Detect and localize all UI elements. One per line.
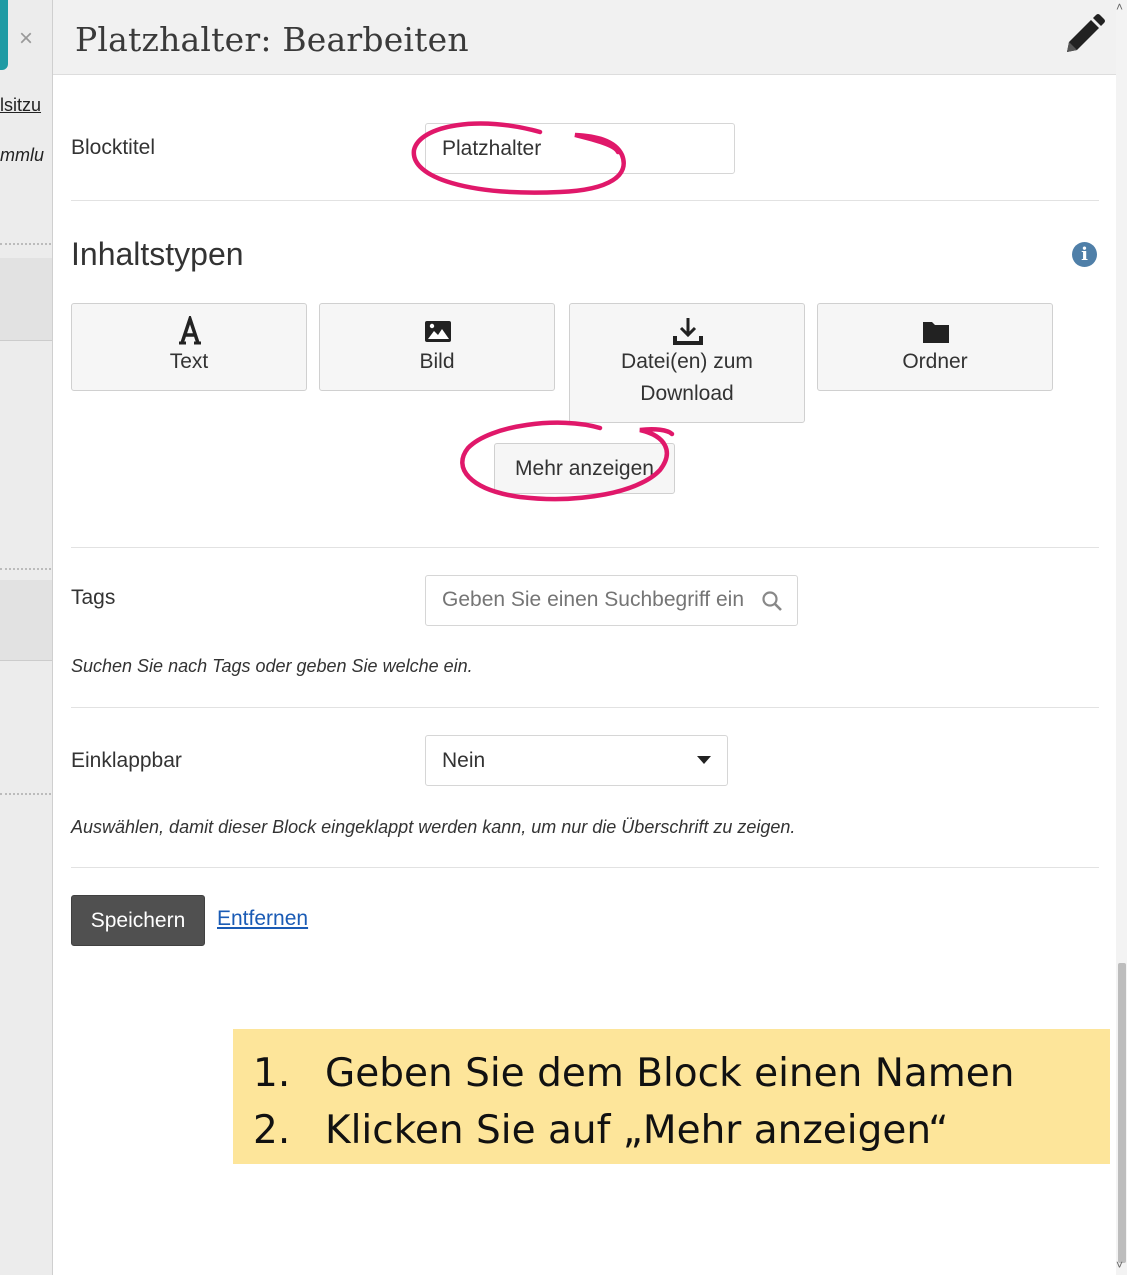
remove-link[interactable]: Entfernen [217, 907, 308, 931]
scroll-down-arrow[interactable]: ˅ [1116, 1258, 1123, 1272]
content-type-label: Ordner [902, 350, 968, 373]
tags-search-input[interactable] [426, 576, 762, 623]
background-page: lsitzu mmlu [0, 0, 60, 1275]
content-type-text-button[interactable]: Text [71, 303, 307, 391]
text-icon [179, 316, 201, 345]
background-divider [0, 568, 55, 570]
pencil-icon [1067, 14, 1105, 52]
divider [71, 707, 1099, 708]
instruction-number: 2. [253, 1108, 291, 1153]
instruction-text: Klicken Sie auf „Mehr anzeigen“ [325, 1108, 949, 1153]
download-icon [673, 318, 703, 345]
divider [71, 547, 1099, 548]
background-italic-fragment: mmlu [0, 145, 44, 165]
instruction-step: 1. Geben Sie dem Block einen Namen [253, 1045, 1110, 1102]
instruction-step: 2. Klicken Sie auf „Mehr anzeigen“ [253, 1102, 1110, 1159]
save-button[interactable]: Speichern [71, 895, 205, 946]
caret-down-icon [697, 756, 711, 764]
instruction-text: Geben Sie dem Block einen Namen [325, 1051, 1015, 1096]
instruction-number: 1. [253, 1051, 291, 1096]
background-tab [0, 0, 8, 70]
info-icon[interactable]: i [1072, 242, 1097, 267]
close-button[interactable]: × [19, 27, 33, 51]
background-link-fragment[interactable]: lsitzu [0, 95, 41, 116]
content-type-label: Datei(en) zum Download [621, 350, 753, 405]
scrollbar-thumb[interactable] [1118, 963, 1126, 1263]
folder-icon [923, 322, 949, 343]
image-icon [425, 321, 451, 342]
tags-search-field[interactable] [425, 575, 798, 626]
collapsible-selected-value: Nein [442, 749, 486, 772]
content-type-download-button[interactable]: Datei(en) zum Download [569, 303, 805, 423]
panel-header: × Platzhalter: Bearbeiten [19, 0, 1117, 75]
show-more-button[interactable]: Mehr anzeigen [494, 443, 675, 494]
content-type-folder-button[interactable]: Ordner [817, 303, 1053, 391]
collapsible-select[interactable]: Nein [425, 735, 728, 786]
content-type-label: Text [169, 350, 209, 373]
content-types-heading: Inhaltstypen [71, 236, 244, 272]
search-icon[interactable] [761, 590, 783, 612]
panel-title: Platzhalter: Bearbeiten [75, 20, 469, 59]
divider [71, 867, 1099, 868]
scroll-up-arrow[interactable]: ˄ [1116, 0, 1123, 14]
collapsible-label: Einklappbar [71, 749, 182, 772]
instruction-note: 1. Geben Sie dem Block einen Namen 2. Klic… [233, 1029, 1110, 1164]
background-divider [0, 793, 55, 795]
block-title-label: Blocktitel [71, 136, 156, 159]
tags-label: Tags [71, 586, 116, 609]
block-title-input[interactable] [425, 123, 735, 174]
collapsible-help-text: Auswählen, damit dieser Block eingeklapp… [71, 817, 796, 837]
content-type-label: Bild [419, 350, 455, 373]
background-block [0, 580, 55, 661]
divider [71, 200, 1099, 201]
background-block [0, 258, 55, 341]
background-divider [0, 243, 55, 245]
content-type-image-button[interactable]: Bild [319, 303, 555, 391]
tags-help-text: Suchen Sie nach Tags oder geben Sie welc… [71, 656, 473, 676]
